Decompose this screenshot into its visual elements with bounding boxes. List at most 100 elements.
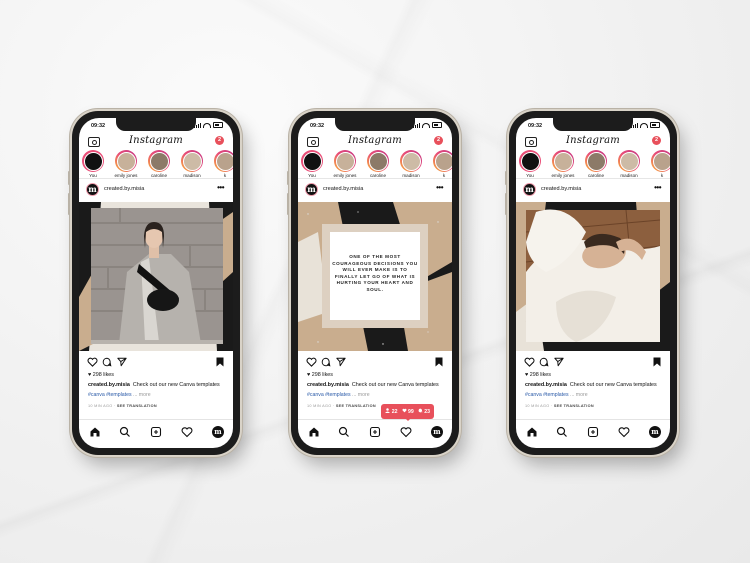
post-image-fashion[interactable] — [79, 202, 233, 351]
phone-mockup-2: 09:32 Instagram 2 You emily jones caroli… — [287, 111, 459, 455]
story-partial[interactable]: k — [648, 150, 670, 178]
divider — [79, 419, 233, 420]
share-icon[interactable] — [554, 357, 564, 367]
quote-text: ONE OF THE MOST COURAGEOUS DECISIONS YOU… — [332, 254, 418, 292]
post-meta: 10 MIN AGO · SEE TRANSLATION — [88, 404, 157, 408]
divider — [298, 178, 452, 179]
profile-avatar-tab[interactable]: m — [649, 426, 661, 438]
instagram-screen: 09:32 Instagram 2 You emily jones caroli… — [298, 118, 452, 448]
post-caption: created.by.misia Check out our new Canva… — [307, 382, 439, 388]
share-icon[interactable] — [336, 357, 346, 367]
profile-avatar-tab[interactable]: m — [431, 426, 443, 438]
home-icon[interactable] — [526, 426, 538, 438]
app-header: Instagram 2 — [79, 134, 233, 150]
story-partial[interactable]: k — [430, 150, 452, 178]
activity-heart-icon[interactable] — [181, 426, 193, 438]
story-you[interactable]: You — [79, 150, 107, 178]
post-username[interactable]: created.by.misia — [104, 186, 144, 192]
bottom-tab-bar: m — [516, 424, 670, 440]
activity-heart-icon[interactable] — [618, 426, 630, 438]
app-header: Instagram 2 — [516, 134, 670, 150]
like-activity: 99 — [401, 408, 414, 415]
search-icon[interactable] — [556, 426, 568, 438]
bookmark-icon[interactable] — [653, 357, 661, 367]
search-icon[interactable] — [119, 426, 131, 438]
post-actions — [298, 357, 452, 369]
story-madison[interactable]: madison — [178, 150, 206, 178]
comment-icon[interactable] — [102, 357, 112, 367]
story-emily-jones[interactable]: emily jones — [549, 150, 577, 178]
profile-avatar-tab[interactable]: m — [212, 426, 224, 438]
story-emily-jones[interactable]: emily jones — [112, 150, 140, 178]
post-caption: created.by.misia Check out our new Canva… — [525, 382, 657, 388]
new-post-icon[interactable] — [587, 426, 599, 438]
story-you[interactable]: You — [516, 150, 544, 178]
avatar[interactable]: m — [86, 183, 99, 196]
home-icon[interactable] — [89, 426, 101, 438]
activity-notification-popup[interactable]: 22 99 23 — [381, 404, 434, 419]
notification-badge[interactable]: 2 — [215, 136, 224, 145]
more-options-icon[interactable]: ••• — [436, 183, 443, 192]
app-header: Instagram 2 — [298, 134, 452, 150]
home-icon[interactable] — [308, 426, 320, 438]
notification-badge[interactable]: 2 — [434, 136, 443, 145]
hashtags[interactable]: #canva #templates ... more — [525, 392, 588, 398]
see-translation-link[interactable]: SEE TRANSLATION — [117, 404, 157, 408]
status-time: 09:32 — [528, 123, 543, 129]
likes-count[interactable]: ♥ 298 likes — [525, 372, 551, 378]
like-icon[interactable] — [524, 357, 535, 367]
post-image-portrait[interactable] — [516, 202, 670, 351]
story-emily-jones[interactable]: emily jones — [331, 150, 359, 178]
app-logo: Instagram — [566, 135, 620, 146]
see-translation-link[interactable]: SEE TRANSLATION — [336, 404, 376, 408]
story-caroline[interactable]: caroline — [582, 150, 610, 178]
post-actions — [516, 357, 670, 369]
hashtags[interactable]: #canva #templates ... more — [307, 392, 370, 398]
story-caroline[interactable]: caroline — [364, 150, 392, 178]
see-translation-link[interactable]: SEE TRANSLATION — [554, 404, 594, 408]
status-time: 09:32 — [91, 123, 106, 129]
story-partial[interactable]: k — [211, 150, 233, 178]
bottom-tab-bar: m — [79, 424, 233, 440]
post-username[interactable]: created.by.misia — [323, 186, 363, 192]
avatar[interactable]: m — [523, 183, 536, 196]
new-post-icon[interactable] — [369, 426, 381, 438]
post-caption: created.by.misia Check out our new Canva… — [88, 382, 220, 388]
more-options-icon[interactable]: ••• — [654, 183, 661, 192]
post-meta: 10 MIN AGO · SEE TRANSLATION — [307, 404, 376, 408]
notch — [553, 118, 633, 131]
story-madison[interactable]: madison — [615, 150, 643, 178]
more-options-icon[interactable]: ••• — [217, 183, 224, 192]
activity-heart-icon[interactable] — [400, 426, 412, 438]
battery-icon — [650, 122, 660, 128]
search-icon[interactable] — [338, 426, 350, 438]
stories-row: You emily jones caroline madison k — [516, 150, 670, 178]
comment-activity: 23 — [418, 408, 430, 415]
likes-count[interactable]: ♥ 298 likes — [88, 372, 114, 378]
post-image-quote[interactable]: ONE OF THE MOST COURAGEOUS DECISIONS YOU… — [298, 202, 452, 351]
likes-count[interactable]: ♥ 298 likes — [307, 372, 333, 378]
like-icon[interactable] — [87, 357, 98, 367]
stories-row: You emily jones caroline madison k — [79, 150, 233, 178]
heart-icon — [401, 408, 407, 413]
hashtags[interactable]: #canva #templates ... more — [88, 392, 151, 398]
new-post-icon[interactable] — [150, 426, 162, 438]
status-time: 09:32 — [310, 123, 325, 129]
avatar[interactable]: m — [305, 183, 318, 196]
app-logo: Instagram — [348, 135, 402, 146]
instagram-screen: 09:32 Instagram 2 You emily jones caroli… — [79, 118, 233, 448]
person-icon — [385, 408, 391, 413]
comment-icon[interactable] — [321, 357, 331, 367]
story-caroline[interactable]: caroline — [145, 150, 173, 178]
bookmark-icon[interactable] — [435, 357, 443, 367]
battery-icon — [213, 122, 223, 128]
post-username[interactable]: created.by.misia — [541, 186, 581, 192]
share-icon[interactable] — [117, 357, 127, 367]
story-you[interactable]: You — [298, 150, 326, 178]
notification-badge[interactable]: 2 — [652, 136, 661, 145]
bookmark-icon[interactable] — [216, 357, 224, 367]
story-madison[interactable]: madison — [397, 150, 425, 178]
post-meta: 10 MIN AGO · SEE TRANSLATION — [525, 404, 594, 408]
like-icon[interactable] — [306, 357, 317, 367]
comment-icon[interactable] — [539, 357, 549, 367]
